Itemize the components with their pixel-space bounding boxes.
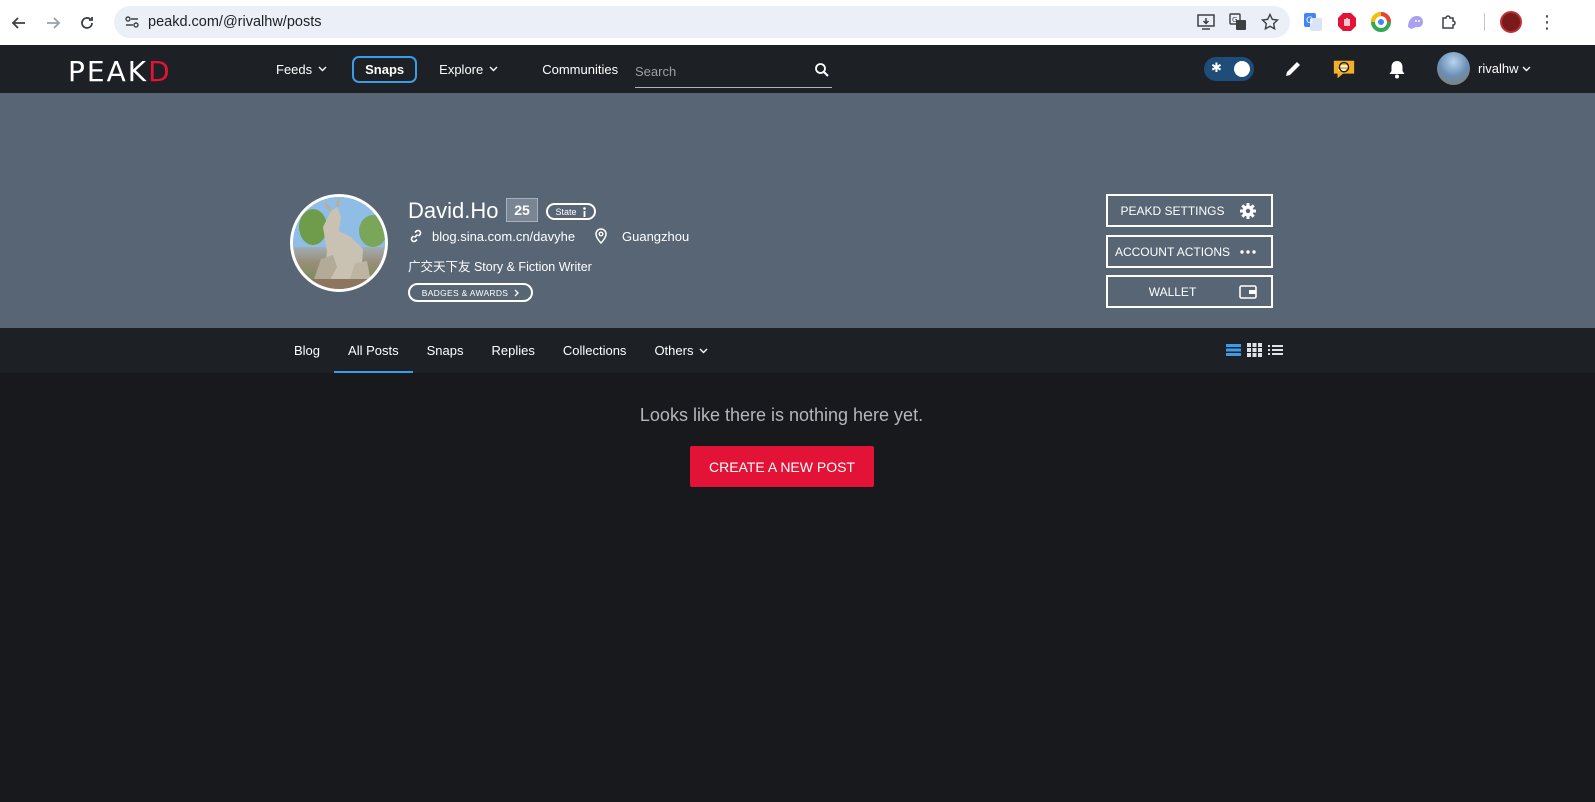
chat-icon[interactable] — [1332, 57, 1356, 81]
user-avatar[interactable] — [1437, 52, 1470, 85]
reload-button[interactable] — [70, 6, 104, 40]
grid-view-icon[interactable] — [1247, 343, 1262, 357]
search-input[interactable] — [635, 56, 805, 86]
translate-icon[interactable]: G — [1228, 12, 1248, 32]
user-name-label: rivalhw — [1478, 61, 1519, 76]
svg-text:G: G — [1232, 16, 1237, 24]
website-link[interactable]: blog.sina.com.cn/davyhe — [432, 229, 575, 244]
chevron-down-icon — [318, 66, 327, 72]
wallet-button[interactable]: WALLET — [1106, 275, 1273, 308]
tab-others-label: Others — [654, 343, 694, 358]
info-icon — [582, 206, 586, 217]
search-icon[interactable] — [814, 62, 830, 78]
toolbar-divider — [1484, 13, 1485, 31]
chevron-down-icon — [1522, 66, 1531, 71]
location-text: Guangzhou — [622, 228, 690, 244]
peakd-logo[interactable]: PEAKD — [68, 55, 172, 88]
empty-state-message: Looks like there is nothing here yet. — [639, 405, 924, 425]
create-new-post-button[interactable]: CREATE A NEW POST — [690, 446, 874, 487]
more-dots-icon — [1237, 249, 1259, 254]
tab-collections-label: Collections — [562, 343, 627, 358]
reload-icon — [81, 16, 93, 29]
menu-communities-label: Communities — [542, 61, 619, 77]
tab-snaps-label: Snaps — [426, 343, 464, 358]
location-row: Guangzhou — [594, 228, 689, 244]
account-actions-button[interactable]: ACCOUNT ACTIONS — [1106, 235, 1273, 268]
tab-all-posts-label: All Posts — [348, 343, 399, 358]
tab-replies[interactable]: Replies — [477, 328, 548, 373]
forward-button[interactable] — [36, 6, 70, 40]
browser-menu-icon[interactable]: ⋮ — [1538, 10, 1556, 34]
profile-avatar[interactable] — [290, 194, 388, 292]
address-bar[interactable]: peakd.com/@rivalhw/posts G — [114, 6, 1290, 38]
profile-about: 广交天下友 Story & Fiction Writer — [408, 260, 592, 274]
reputation-badge[interactable]: 25 — [506, 198, 538, 222]
state-button[interactable]: State — [546, 203, 596, 220]
toggle-knob — [1234, 61, 1250, 77]
tab-all-posts[interactable]: All Posts — [334, 328, 413, 373]
map-pin-icon — [595, 228, 607, 244]
arrow-right-icon — [47, 16, 61, 29]
menu-snaps[interactable]: Snaps — [352, 55, 418, 83]
goat-statue-image — [293, 197, 385, 289]
tab-collections[interactable]: Collections — [549, 328, 641, 373]
link-icon — [410, 229, 422, 243]
extensions-puzzle-icon[interactable] — [1438, 11, 1460, 33]
menu-explore-label: Explore — [439, 61, 484, 77]
arrow-left-icon — [11, 16, 25, 29]
compact-list-icon[interactable] — [1268, 343, 1283, 357]
peakd-settings-button[interactable]: PEAKD SETTINGS — [1106, 194, 1273, 227]
install-app-icon[interactable] — [1196, 12, 1216, 32]
url-text[interactable]: peakd.com/@rivalhw/posts — [148, 14, 321, 30]
badges-label: BADGES & AWARDS — [421, 287, 509, 298]
google-translate-extension-icon[interactable]: G — [1302, 11, 1324, 33]
main-menu: Feeds Snaps Explore Communities — [276, 45, 618, 93]
site-header: PEAKD Feeds Snaps Explore Communities ✱ … — [0, 45, 1595, 93]
browser-toolbar: peakd.com/@rivalhw/posts G G ⋮ — [0, 0, 1595, 45]
tab-replies-label: Replies — [491, 343, 535, 358]
list-view-icon[interactable] — [1226, 343, 1241, 357]
menu-feeds[interactable]: Feeds — [276, 62, 327, 77]
menu-feeds-label: Feeds — [276, 61, 313, 77]
pencil-icon[interactable] — [1281, 57, 1305, 81]
adblock-extension-icon[interactable] — [1336, 11, 1358, 33]
state-label: State — [555, 206, 577, 217]
menu-communities[interactable]: Communities — [542, 62, 618, 77]
site-info-icon[interactable] — [118, 8, 146, 36]
menu-snaps-label: Snaps — [365, 61, 405, 77]
chevron-down-icon — [489, 66, 498, 72]
view-mode-switcher — [1226, 343, 1283, 357]
badges-awards-button[interactable]: BADGES & AWARDS — [408, 283, 533, 302]
tab-blog[interactable]: Blog — [280, 328, 334, 373]
user-menu[interactable]: rivalhw — [1478, 61, 1531, 76]
browser-profile-avatar[interactable] — [1500, 11, 1522, 33]
theme-toggle[interactable]: ✱ — [1204, 57, 1254, 81]
svg-text:G: G — [1306, 16, 1313, 26]
profile-display-name: David.Ho — [408, 198, 499, 223]
profile-tabs: Blog All Posts Snaps Replies Collections… — [280, 328, 722, 373]
account-actions-label: ACCOUNT ACTIONS — [1114, 244, 1231, 259]
search-box — [635, 56, 832, 88]
gear-icon — [1237, 202, 1259, 220]
color-picker-extension-icon[interactable] — [1370, 11, 1392, 33]
chevron-down-icon — [699, 348, 708, 353]
back-button[interactable] — [2, 6, 36, 40]
menu-explore[interactable]: Explore — [439, 62, 498, 77]
tab-snaps[interactable]: Snaps — [413, 328, 478, 373]
bell-icon[interactable] — [1385, 57, 1409, 81]
wallet-label: WALLET — [1148, 284, 1197, 299]
tab-others[interactable]: Others — [640, 328, 722, 373]
website-row: blog.sina.com.cn/davyhe — [408, 228, 575, 244]
chevron-right-icon — [514, 289, 520, 296]
wallet-icon — [1237, 284, 1259, 299]
ghost-extension-icon[interactable] — [1404, 11, 1426, 33]
peakd-settings-label: PEAKD SETTINGS — [1120, 203, 1225, 218]
bookmark-star-icon[interactable] — [1260, 12, 1280, 32]
profile-tabs-bar: Blog All Posts Snaps Replies Collections… — [0, 328, 1595, 373]
profile-cover: David.Ho 25 State blog.sina.com.cn/davyh… — [0, 93, 1595, 328]
sun-icon: ✱ — [1211, 60, 1222, 75]
tab-blog-label: Blog — [294, 343, 321, 358]
